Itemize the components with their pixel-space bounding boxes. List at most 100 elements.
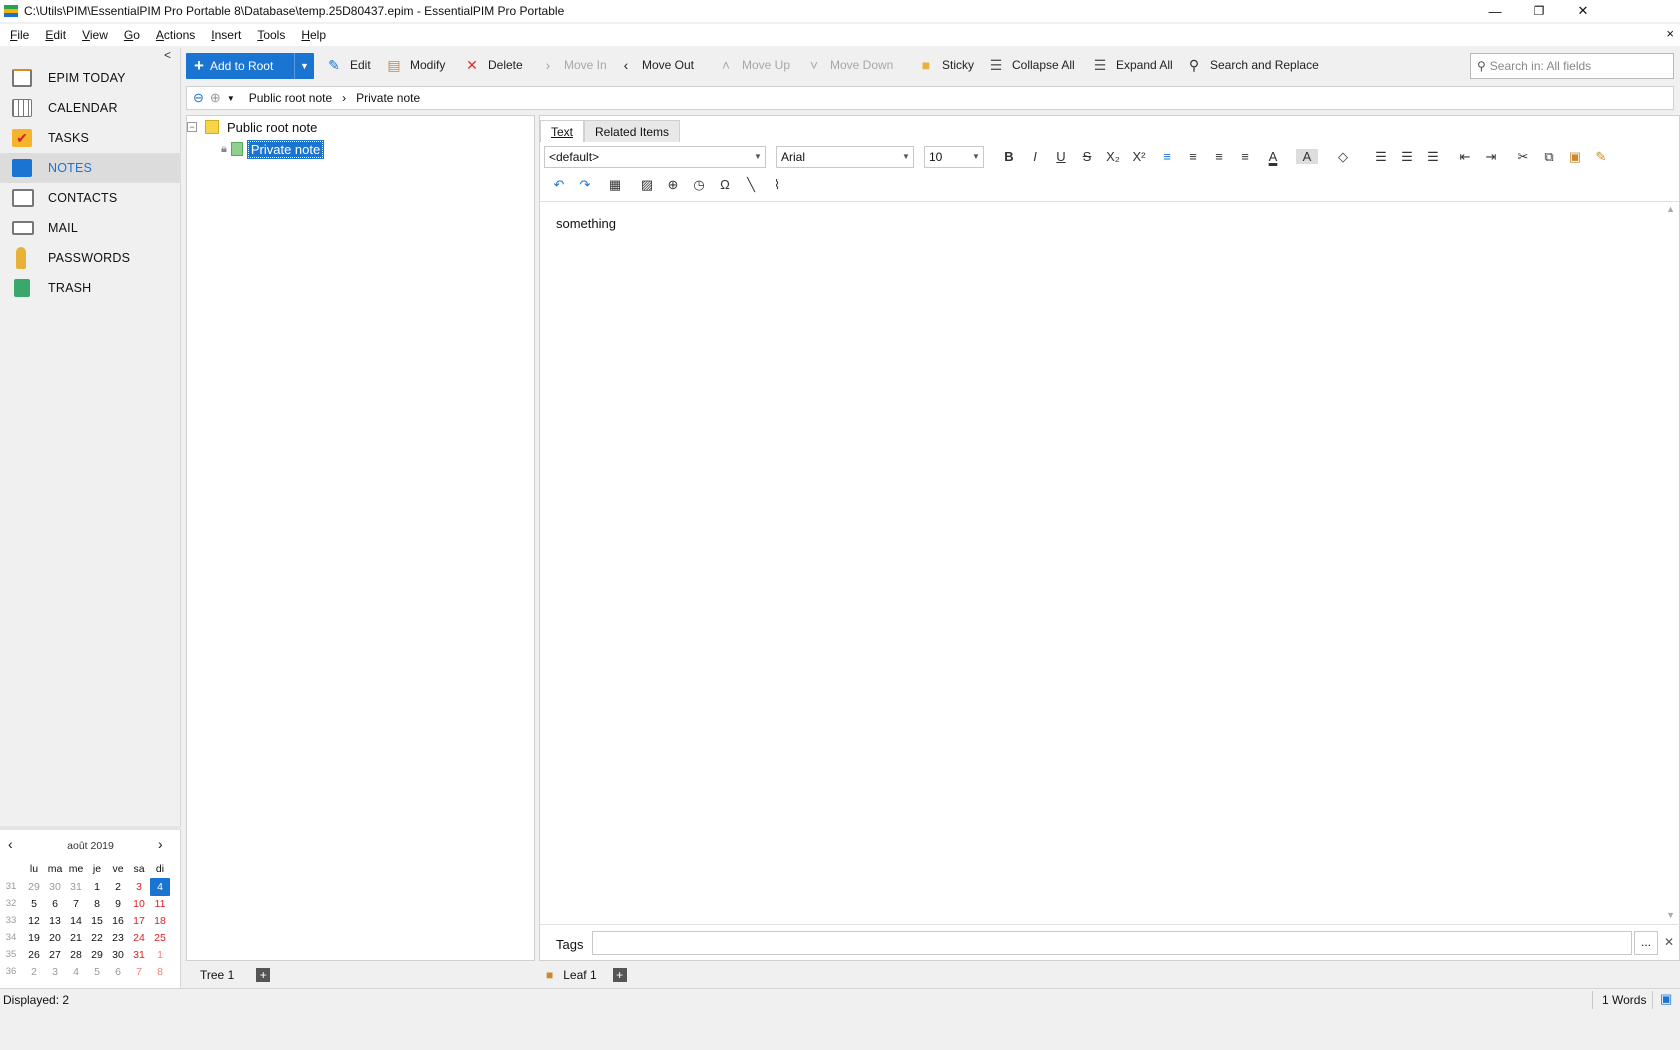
tab-text[interactable]: Text <box>540 120 585 142</box>
breadcrumb-item[interactable]: Public root note <box>249 91 332 105</box>
calendar-day[interactable]: 12 <box>24 912 44 930</box>
calendar-day[interactable]: 11 <box>150 895 170 913</box>
move-in-button[interactable]: › Move In <box>540 50 607 80</box>
align-right-icon[interactable]: ≡ <box>1208 149 1230 164</box>
collapse-toggle-icon[interactable]: − <box>187 122 197 132</box>
calendar-day[interactable]: 9 <box>108 895 128 913</box>
calendar-day[interactable]: 31 <box>129 946 149 964</box>
menu-view[interactable]: View <box>74 28 116 42</box>
format-painter-icon[interactable]: ✎ <box>1590 149 1612 165</box>
tab-related-items[interactable]: Related Items <box>584 120 681 142</box>
edit-button[interactable]: ✎ Edit <box>326 50 371 80</box>
menu-edit[interactable]: Edit <box>37 28 74 42</box>
outdent-icon[interactable]: ⇤ <box>1454 149 1476 165</box>
strikethrough-icon[interactable]: S <box>1076 149 1098 164</box>
calendar-day[interactable]: 29 <box>24 878 44 896</box>
calendar-day[interactable]: 21 <box>66 929 86 947</box>
font-size-select[interactable]: 10 ▼ <box>924 146 984 168</box>
calendar-day[interactable]: 6 <box>108 963 128 981</box>
sidebar-item-contacts[interactable]: CONTACTS <box>0 183 181 213</box>
sync-status-icon[interactable]: ▣ <box>1660 991 1672 1007</box>
search-input[interactable]: ⚲ Search in: All fields <box>1470 53 1674 79</box>
scroll-down-icon[interactable]: ▼ <box>1666 910 1675 920</box>
align-center-icon[interactable]: ≡ <box>1182 149 1204 164</box>
justify-icon[interactable]: ≡ <box>1234 149 1256 164</box>
note-content[interactable]: something <box>556 216 616 231</box>
calendar-day[interactable]: 10 <box>129 895 149 913</box>
calendar-day[interactable]: 4 <box>66 963 86 981</box>
indent-icon[interactable]: ⇥ <box>1480 149 1502 165</box>
style-select[interactable]: <default> ▼ <box>544 146 766 168</box>
italic-icon[interactable]: I <box>1024 149 1046 164</box>
calendar-day[interactable]: 3 <box>45 963 65 981</box>
table-icon[interactable]: ▦ <box>604 177 626 193</box>
checklist-icon[interactable]: ☰ <box>1422 149 1444 165</box>
sidebar-item-passwords[interactable]: PASSWORDS <box>0 243 181 273</box>
calendar-day[interactable]: 24 <box>129 929 149 947</box>
image-icon[interactable]: ▨ <box>636 177 658 193</box>
calendar-day[interactable]: 19 <box>24 929 44 947</box>
leaf-tab[interactable]: Leaf 1 <box>563 968 596 982</box>
clear-tags-icon[interactable]: ✕ <box>1664 935 1674 949</box>
cut-icon[interactable]: ✂ <box>1512 149 1534 165</box>
calendar-day[interactable]: 27 <box>45 946 65 964</box>
date-time-icon[interactable]: ◷ <box>688 177 710 193</box>
highlight-color-icon[interactable]: A <box>1296 149 1318 164</box>
breadcrumb-item[interactable]: Private note <box>356 91 420 105</box>
chevron-down-icon[interactable]: ▼ <box>294 53 314 79</box>
calendar-day[interactable]: 22 <box>87 929 107 947</box>
font-select[interactable]: Arial ▼ <box>776 146 914 168</box>
add-tree-icon[interactable]: + <box>256 968 271 982</box>
calendar-day[interactable]: 31 <box>66 878 86 896</box>
calendar-day[interactable]: 7 <box>66 895 86 913</box>
calendar-day[interactable]: 1 <box>150 946 170 964</box>
calendar-day[interactable]: 28 <box>66 946 86 964</box>
menu-actions[interactable]: Actions <box>148 28 203 42</box>
font-color-icon[interactable]: A <box>1262 149 1284 164</box>
numbered-list-icon[interactable]: ☰ <box>1396 149 1418 165</box>
calendar-day[interactable]: 8 <box>87 895 107 913</box>
calendar-day[interactable]: 2 <box>108 878 128 896</box>
calendar-day[interactable]: 4 <box>150 878 170 896</box>
link-icon[interactable]: ⊕ <box>662 177 684 193</box>
sidebar-item-tasks[interactable]: ✔ TASKS <box>0 123 181 153</box>
restore-button[interactable]: ❐ <box>1516 0 1562 22</box>
tags-input[interactable] <box>592 931 1632 955</box>
menu-help[interactable]: Help <box>293 28 334 42</box>
back-icon[interactable]: ⊖ <box>193 90 204 106</box>
calendar-day[interactable]: 26 <box>24 946 44 964</box>
redo-icon[interactable]: ↷ <box>574 177 596 193</box>
calendar-day[interactable]: 6 <box>45 895 65 913</box>
calendar-day[interactable]: 8 <box>150 963 170 981</box>
calendar-day[interactable]: 23 <box>108 929 128 947</box>
menu-tools[interactable]: Tools <box>249 28 293 42</box>
sidebar-item-calendar[interactable]: CALENDAR <box>0 93 181 123</box>
search-replace-button[interactable]: ⚲ Search and Replace <box>1186 50 1319 80</box>
align-left-icon[interactable]: ≡ <box>1156 149 1178 164</box>
tree-node-root[interactable]: − Public root note <box>187 117 317 137</box>
bullet-list-icon[interactable]: ☰ <box>1370 149 1392 165</box>
delete-button[interactable]: ✕ Delete <box>464 50 523 80</box>
add-to-root-button[interactable]: + Add to Root ▼ <box>186 53 314 79</box>
calendar-day[interactable]: 3 <box>129 878 149 896</box>
menu-file[interactable]: File <box>0 28 37 42</box>
sidebar-collapse-icon[interactable]: < <box>164 48 171 62</box>
horizontal-line-icon[interactable]: ╲ <box>740 177 762 193</box>
superscript-icon[interactable]: X² <box>1128 149 1150 164</box>
minimize-button[interactable]: — <box>1472 0 1518 22</box>
move-out-button[interactable]: ‹ Move Out <box>618 50 694 80</box>
scroll-up-icon[interactable]: ▲ <box>1666 204 1675 214</box>
close-document-icon[interactable]: × <box>1666 26 1674 41</box>
undo-icon[interactable]: ↶ <box>548 177 570 193</box>
subscript-icon[interactable]: X₂ <box>1102 149 1124 164</box>
calendar-day[interactable]: 17 <box>129 912 149 930</box>
tree-node-private[interactable]: 🔒︎ Private note <box>221 139 325 159</box>
forward-icon[interactable]: ⊕ <box>210 90 221 106</box>
underline-icon[interactable]: U <box>1050 149 1072 164</box>
move-up-button[interactable]: ˄ Move Up <box>718 50 790 80</box>
calendar-day[interactable]: 20 <box>45 929 65 947</box>
calendar-day[interactable]: 25 <box>150 929 170 947</box>
calendar-day[interactable]: 30 <box>108 946 128 964</box>
calendar-day[interactable]: 30 <box>45 878 65 896</box>
calendar-day[interactable]: 1 <box>87 878 107 896</box>
